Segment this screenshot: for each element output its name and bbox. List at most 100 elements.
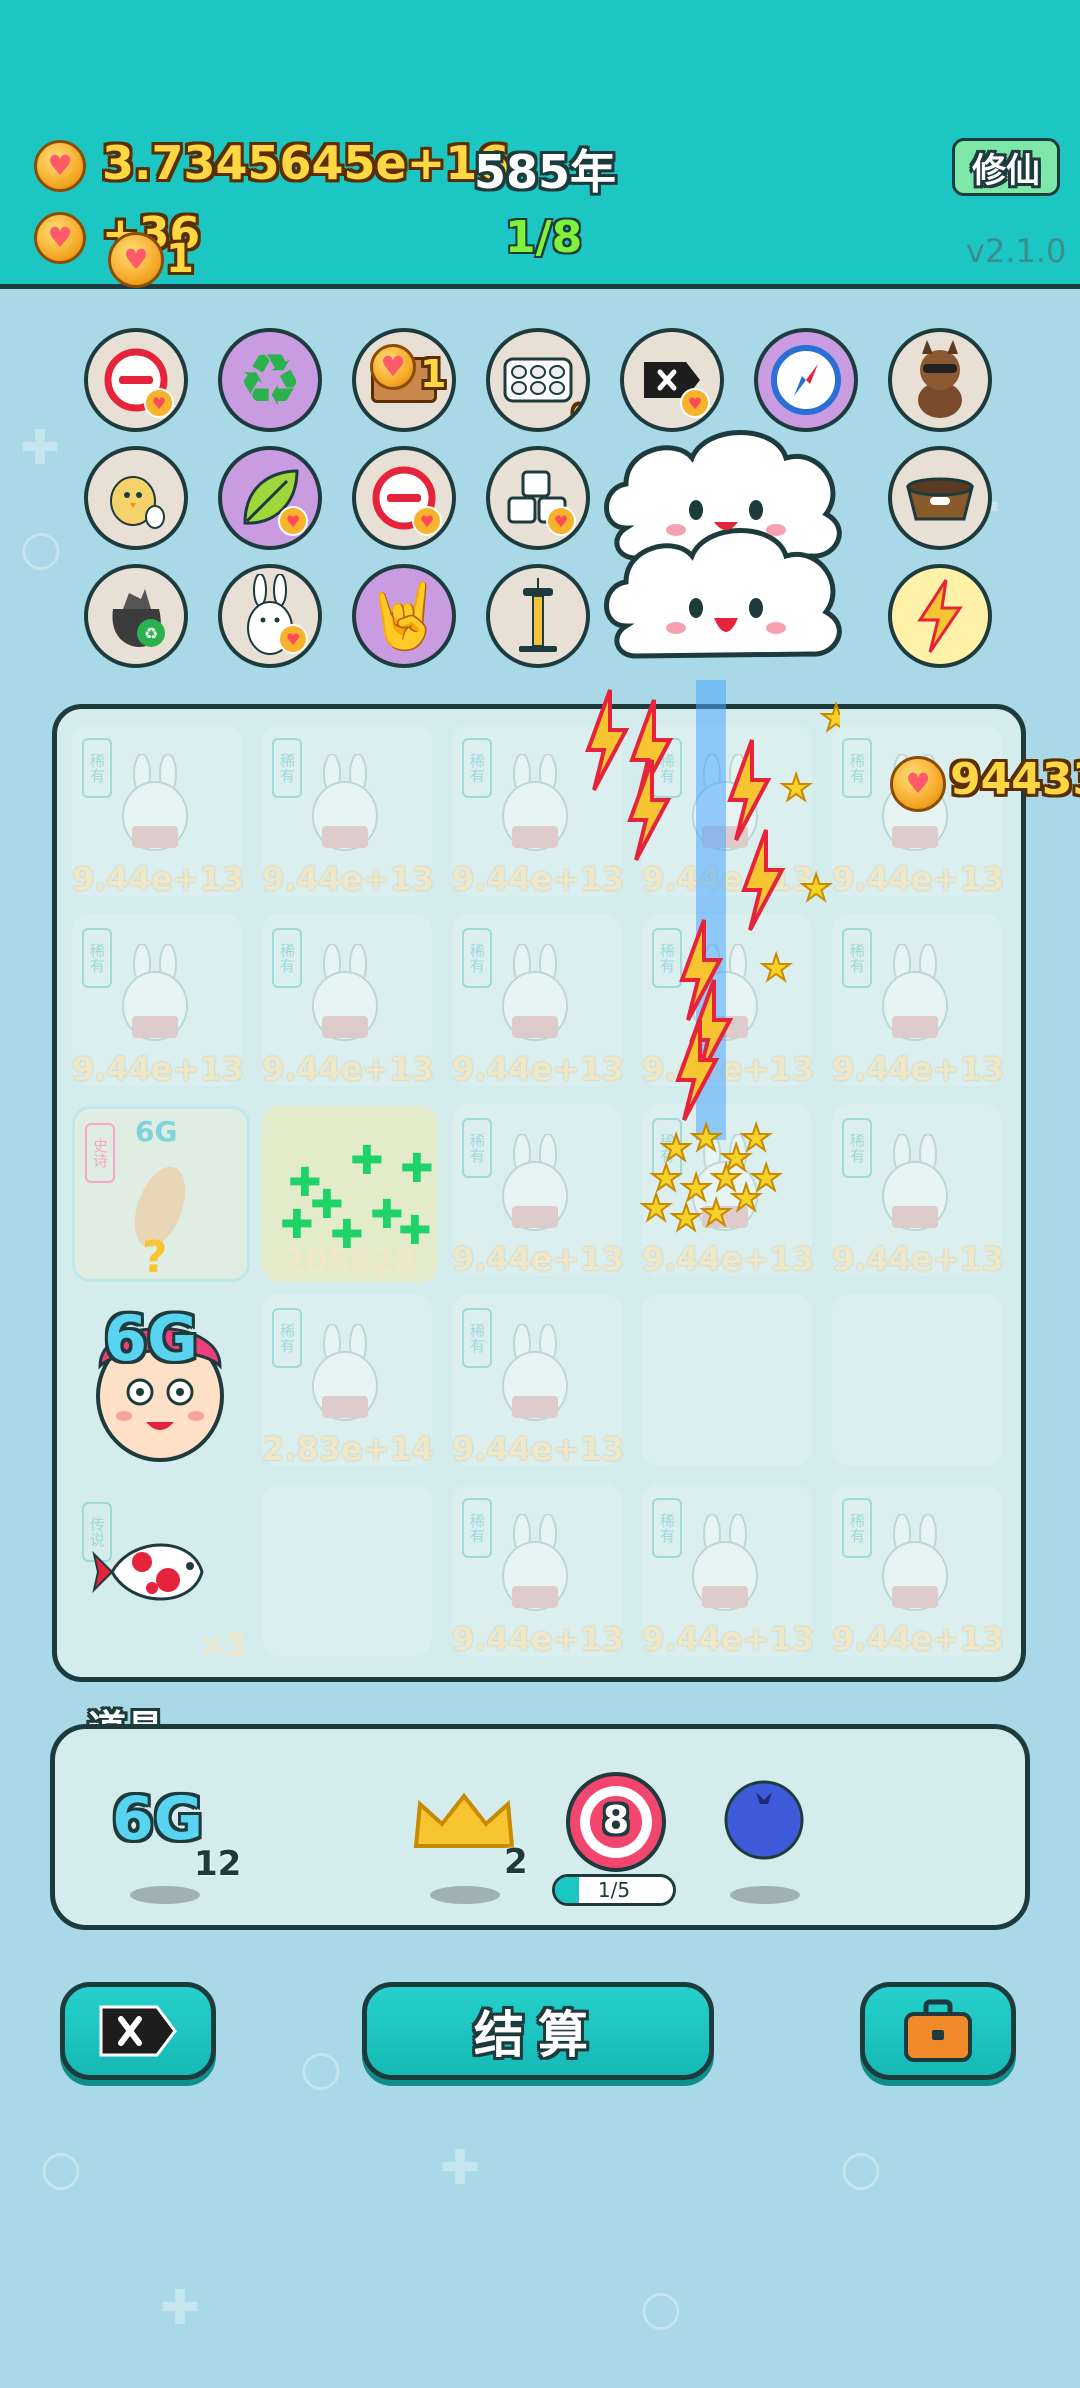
- dog-bowl-tool[interactable]: [888, 446, 992, 550]
- rabbit-icon: [502, 754, 568, 851]
- rarity-tag: 稀有: [462, 928, 492, 988]
- trash-bag-icon: ♻: [112, 589, 165, 647]
- trash-bag-tool[interactable]: ♻: [84, 564, 188, 668]
- chick-tool[interactable]: [84, 446, 188, 550]
- board-cell[interactable]: [262, 1484, 432, 1656]
- prop-count: 12: [194, 1844, 242, 1884]
- rabbit-icon: [502, 1514, 568, 1611]
- pump-icon: [519, 578, 557, 652]
- bg-decoration: ○: [20, 520, 62, 576]
- svg-text:★: ★: [820, 698, 840, 739]
- leaf-tool[interactable]: ♥: [218, 446, 322, 550]
- egg-tray-tool[interactable]: 0: [486, 328, 590, 432]
- progress-label: 1/5: [597, 1878, 631, 1902]
- cell-value: 9.44e+13: [452, 1620, 624, 1658]
- prop-shadow: [730, 1886, 800, 1904]
- prop-blueberry[interactable]: [722, 1778, 806, 1862]
- rabbit-icon: [882, 1134, 948, 1231]
- lightning-tool[interactable]: [888, 564, 992, 668]
- coin-chest-tool[interactable]: ♥ 1: [352, 328, 456, 432]
- plus-particles: ✚ ✚ ✚ ✚ ✚ ✚ ✚ ✚: [280, 1138, 433, 1258]
- cell-value: 9.44e+13: [832, 860, 1004, 898]
- prop-shadow: [430, 1886, 500, 1904]
- svg-text:★: ★: [670, 1198, 702, 1239]
- board-cell[interactable]: 稀有 9.44e+13: [832, 914, 1004, 1088]
- question-mark-icon: ?: [142, 1232, 168, 1283]
- rarity-tag-epic: 史诗: [85, 1123, 115, 1183]
- coin-float-value: 94433: [950, 754, 1080, 805]
- board-cell[interactable]: 稀有 9.44e+13: [262, 724, 434, 898]
- rarity-tag: 稀有: [272, 1308, 302, 1368]
- item-cell-legendary[interactable]: 传说 ×3: [72, 1488, 250, 1663]
- coins-total: 3.7345645e+16: [102, 136, 510, 190]
- svg-text:★: ★: [740, 1118, 772, 1159]
- board-cell[interactable]: [832, 1294, 1002, 1466]
- remove-button[interactable]: [60, 1982, 216, 2080]
- cell-value: 9.44e+13: [832, 1240, 1004, 1278]
- no-entry-tool[interactable]: ♥: [84, 328, 188, 432]
- cell-value: 9.44e+13: [262, 860, 434, 898]
- prop-count: 2: [504, 1842, 528, 1882]
- board-cell[interactable]: 稀有 2.83e+14: [262, 1294, 434, 1468]
- board-cell[interactable]: 稀有 9.44e+13: [72, 914, 244, 1088]
- board-cell[interactable]: 稀有 9.44e+13: [262, 914, 434, 1088]
- bg-decoration: ○: [300, 2040, 342, 2096]
- rock-hand-icon: 🤘: [364, 579, 444, 654]
- prop-six-g[interactable]: 6G 12: [110, 1784, 241, 1884]
- svg-text:★: ★: [690, 1118, 722, 1159]
- rarity-tag: 稀有: [462, 1118, 492, 1178]
- bg-decoration: ✚: [440, 2140, 481, 2196]
- no-entry-tool-2[interactable]: ♥: [352, 446, 456, 550]
- board-cell[interactable]: 稀有 9.44e+13: [642, 1484, 814, 1658]
- delete-tag-icon: [99, 2005, 177, 2057]
- tool-count: 0: [572, 400, 586, 428]
- board-cell[interactable]: 稀有 9.44e+13: [72, 724, 244, 898]
- cell-value: 9.44e+13: [72, 860, 244, 898]
- sugar-cubes-tool[interactable]: ♥: [486, 446, 590, 550]
- board-cell[interactable]: 稀有 9.44e+13: [832, 1484, 1004, 1658]
- inventory-button[interactable]: [860, 1982, 1016, 2080]
- svg-text:★: ★: [800, 868, 832, 909]
- recycle-tool[interactable]: ♻: [218, 328, 322, 432]
- rarity-tag: 稀有: [842, 1498, 872, 1558]
- prop-target-eight[interactable]: 8: [564, 1770, 668, 1874]
- heart-badge-icon: ♥: [278, 506, 308, 536]
- board-cell[interactable]: 稀有 9.44e+13: [452, 1484, 624, 1658]
- prop-shadow: [130, 1886, 200, 1904]
- rarity-tag: 稀有: [82, 738, 112, 798]
- rarity-tag: 稀有: [462, 738, 492, 798]
- prop-crown[interactable]: 2: [412, 1790, 532, 1882]
- rabbit-icon: [882, 944, 948, 1041]
- heart-badge-icon: ♥: [278, 624, 308, 654]
- svg-text:★: ★: [780, 768, 812, 809]
- chick-egg-icon: [110, 476, 165, 529]
- board-cell[interactable]: 稀有 9.44e+13: [832, 1104, 1004, 1278]
- coin-pop-value: 1: [166, 236, 194, 282]
- mode-button[interactable]: 修仙: [952, 138, 1060, 196]
- board-cell[interactable]: [642, 1294, 812, 1466]
- cell-value: 2.83e+14: [262, 1430, 434, 1468]
- compass-tool[interactable]: [754, 328, 858, 432]
- heart-badge-icon: ♥: [546, 506, 576, 536]
- rock-hand-tool[interactable]: 🤘: [352, 564, 456, 668]
- compass-icon: [771, 345, 841, 415]
- cell-value: 9.44e+13: [832, 1620, 1004, 1658]
- board-cell[interactable]: 稀有 9.44e+13: [452, 1294, 624, 1468]
- prop-progress-bar: 1/5: [552, 1874, 676, 1906]
- rabbit-tool[interactable]: ♥: [218, 564, 322, 668]
- settle-button[interactable]: 结算: [362, 1982, 714, 2080]
- delete-tag-tool[interactable]: ♥: [620, 328, 724, 432]
- bg-decoration: ○: [840, 2140, 882, 2196]
- cell-value: 9.44e+13: [832, 1050, 1004, 1088]
- rabbit-icon: [312, 944, 378, 1041]
- six-g-label: 6G: [104, 1302, 199, 1375]
- version-label: v2.1.0: [966, 232, 1067, 270]
- rarity-tag: 稀有: [272, 738, 302, 798]
- top-bar: ♥ 3.7345645e+16 585年 ♥ +36 ♥ 1 1/8 修仙 v2…: [0, 0, 1080, 289]
- dog-tool[interactable]: [888, 328, 992, 432]
- six-g-icon: 6G: [112, 1784, 203, 1854]
- heart-badge-icon: ♥: [412, 506, 442, 536]
- character-six-g[interactable]: 6G: [80, 1296, 240, 1466]
- pump-tool[interactable]: [486, 564, 590, 668]
- coin-pop-icon: ♥: [108, 232, 164, 288]
